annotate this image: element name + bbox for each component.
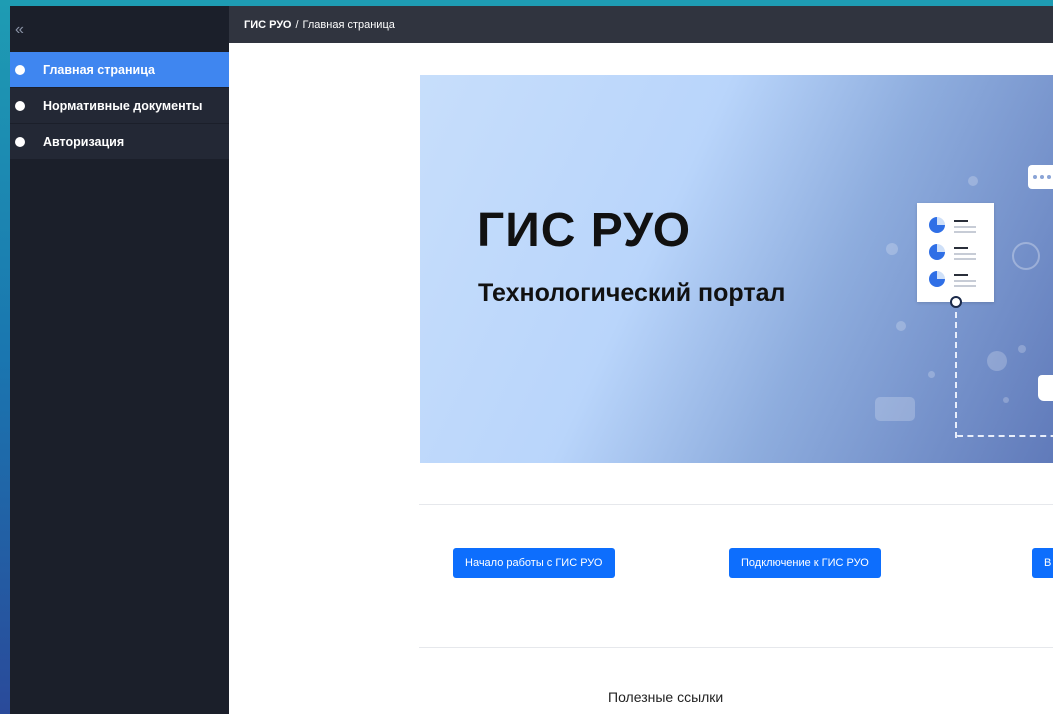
sidebar-item-documents[interactable]: Нормативные документы — [10, 88, 229, 123]
sidebar-item-home[interactable]: Главная страница — [10, 52, 229, 87]
bullet-icon — [15, 100, 25, 111]
connector-line — [955, 302, 959, 438]
useful-links-heading: Полезные ссылки — [608, 689, 724, 705]
main-content: ГИС РУО / Главная страница ГИС РУО Техно… — [229, 6, 1053, 714]
breadcrumb: ГИС РУО / Главная страница — [229, 6, 1053, 43]
chat-icon — [1028, 165, 1053, 189]
sidebar-item-label: Авторизация — [43, 134, 125, 149]
connect-button[interactable]: Подключение к ГИС РУО — [729, 548, 881, 578]
connector-node — [950, 296, 962, 308]
decor-dot — [886, 243, 898, 255]
device-illustration — [1038, 375, 1053, 401]
decor-dot — [1003, 397, 1009, 403]
window-left-border — [0, 0, 10, 714]
bullet-icon — [15, 136, 25, 147]
sidebar-item-label: Главная страница — [43, 62, 155, 77]
divider — [419, 647, 1053, 648]
play-icon — [1012, 242, 1040, 270]
sidebar-item-label: Нормативные документы — [43, 98, 203, 113]
decor-dot — [928, 371, 935, 378]
sidebar-item-authorization[interactable]: Авторизация — [10, 124, 229, 159]
decor-dot — [968, 176, 978, 186]
decor-dot — [896, 321, 906, 331]
third-action-button[interactable]: В — [1032, 548, 1053, 578]
connector-line — [957, 435, 1053, 439]
breadcrumb-root-link[interactable]: ГИС РУО — [244, 19, 291, 31]
document-illustration — [917, 203, 994, 302]
breadcrumb-current: Главная страница — [302, 18, 395, 31]
getting-started-button[interactable]: Начало работы с ГИС РУО — [453, 548, 615, 578]
divider — [419, 504, 1053, 505]
banner-title: ГИС РУО — [477, 204, 692, 257]
breadcrumb-separator: / — [295, 18, 299, 31]
bullet-icon — [15, 64, 25, 75]
delivery-icon — [875, 397, 915, 421]
collapse-sidebar-icon[interactable]: « — [13, 12, 24, 48]
decor-dot — [987, 351, 1007, 371]
banner-subtitle: Технологический портал — [478, 279, 786, 307]
decor-dot — [1018, 345, 1026, 353]
hero-banner: ГИС РУО Технологический портал — [420, 75, 1053, 463]
sidebar: « Главная страница Нормативные документы… — [10, 6, 229, 714]
